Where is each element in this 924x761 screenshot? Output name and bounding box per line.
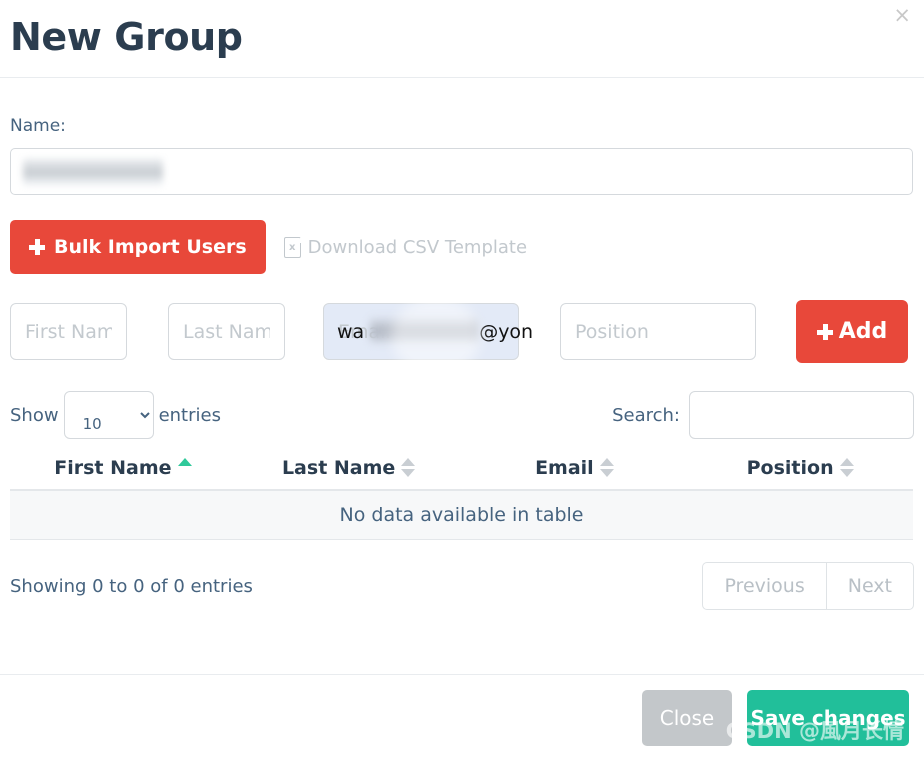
sort-both-icon (599, 457, 614, 477)
email-input-wrapper: wa @yon (323, 297, 560, 375)
name-label: Name: (10, 116, 66, 136)
last-name-input[interactable] (168, 303, 285, 360)
table-empty-row: No data available in table (10, 490, 913, 540)
column-label: Last Name (281, 457, 396, 479)
redaction-blob (391, 297, 481, 375)
table-header-row: First Name Last Name Email Position (10, 453, 913, 491)
group-name-input[interactable] (10, 148, 913, 195)
users-table: First Name Last Name Email Position No d… (10, 453, 913, 540)
table-controls: Show 102550100 entries Search: (10, 391, 914, 439)
import-actions: Bulk Import Users x Download CSV Templat… (10, 220, 914, 274)
sort-both-icon (839, 457, 854, 477)
search-label: Search: (612, 404, 680, 426)
table-footer: Showing 0 to 0 of 0 entries Previous Nex… (10, 562, 914, 610)
column-header-last-name[interactable]: Last Name (235, 453, 462, 491)
page-title: New Group (10, 15, 243, 59)
add-user-button[interactable]: Add (796, 300, 908, 363)
users-table-body: No data available in table (10, 490, 913, 540)
save-changes-button[interactable]: Save changes CSDN @風月长情 (726, 690, 909, 746)
column-label: First Name (54, 457, 172, 479)
column-label: Position (746, 457, 834, 479)
modal-body: Name: Bulk Import Users x Download CSV T… (0, 116, 924, 610)
close-icon[interactable]: × (893, 5, 911, 26)
previous-page-button[interactable]: Previous (702, 562, 826, 610)
download-csv-template-label: Download CSV Template (307, 236, 528, 258)
next-page-button[interactable]: Next (825, 562, 914, 610)
pagination: Previous Next (702, 562, 914, 610)
search-input[interactable] (689, 391, 914, 439)
column-label: Email (535, 457, 594, 479)
search-control: Search: (612, 391, 914, 439)
modal-footer: Close Save changes CSDN @風月长情 (0, 674, 924, 761)
user-entry-row: wa @yon Add (10, 297, 914, 375)
add-user-label: Add (838, 319, 888, 344)
column-header-email[interactable]: Email (461, 453, 688, 491)
first-name-input[interactable] (10, 303, 127, 360)
page-length-control: Show 102550100 entries (10, 391, 221, 439)
show-label: Show (10, 404, 59, 426)
empty-message: No data available in table (10, 490, 913, 540)
entries-label: entries (158, 404, 221, 426)
page-length-select[interactable]: 102550100 (63, 391, 154, 439)
position-input[interactable] (560, 303, 756, 360)
close-button[interactable]: Close (642, 690, 732, 746)
plus-icon (29, 239, 45, 255)
new-group-modal: New Group × Name: Bulk Import Users x Do… (0, 0, 924, 761)
sort-both-icon (401, 457, 416, 477)
download-csv-template-link[interactable]: x Download CSV Template (283, 236, 528, 258)
column-header-first-name[interactable]: First Name (10, 453, 236, 491)
modal-header: New Group × (0, 0, 924, 78)
bulk-import-users-button[interactable]: Bulk Import Users (10, 220, 266, 274)
table-info: Showing 0 to 0 of 0 entries (10, 575, 253, 597)
excel-file-icon: x (283, 236, 301, 258)
users-table-head: First Name Last Name Email Position (10, 453, 913, 491)
redacted-name-value (23, 158, 163, 186)
save-changes-label: Save changes (750, 706, 906, 730)
plus-icon (816, 323, 833, 340)
sort-ascending-icon (177, 457, 192, 466)
column-header-position[interactable]: Position (687, 453, 913, 491)
bulk-import-users-label: Bulk Import Users (54, 236, 247, 258)
